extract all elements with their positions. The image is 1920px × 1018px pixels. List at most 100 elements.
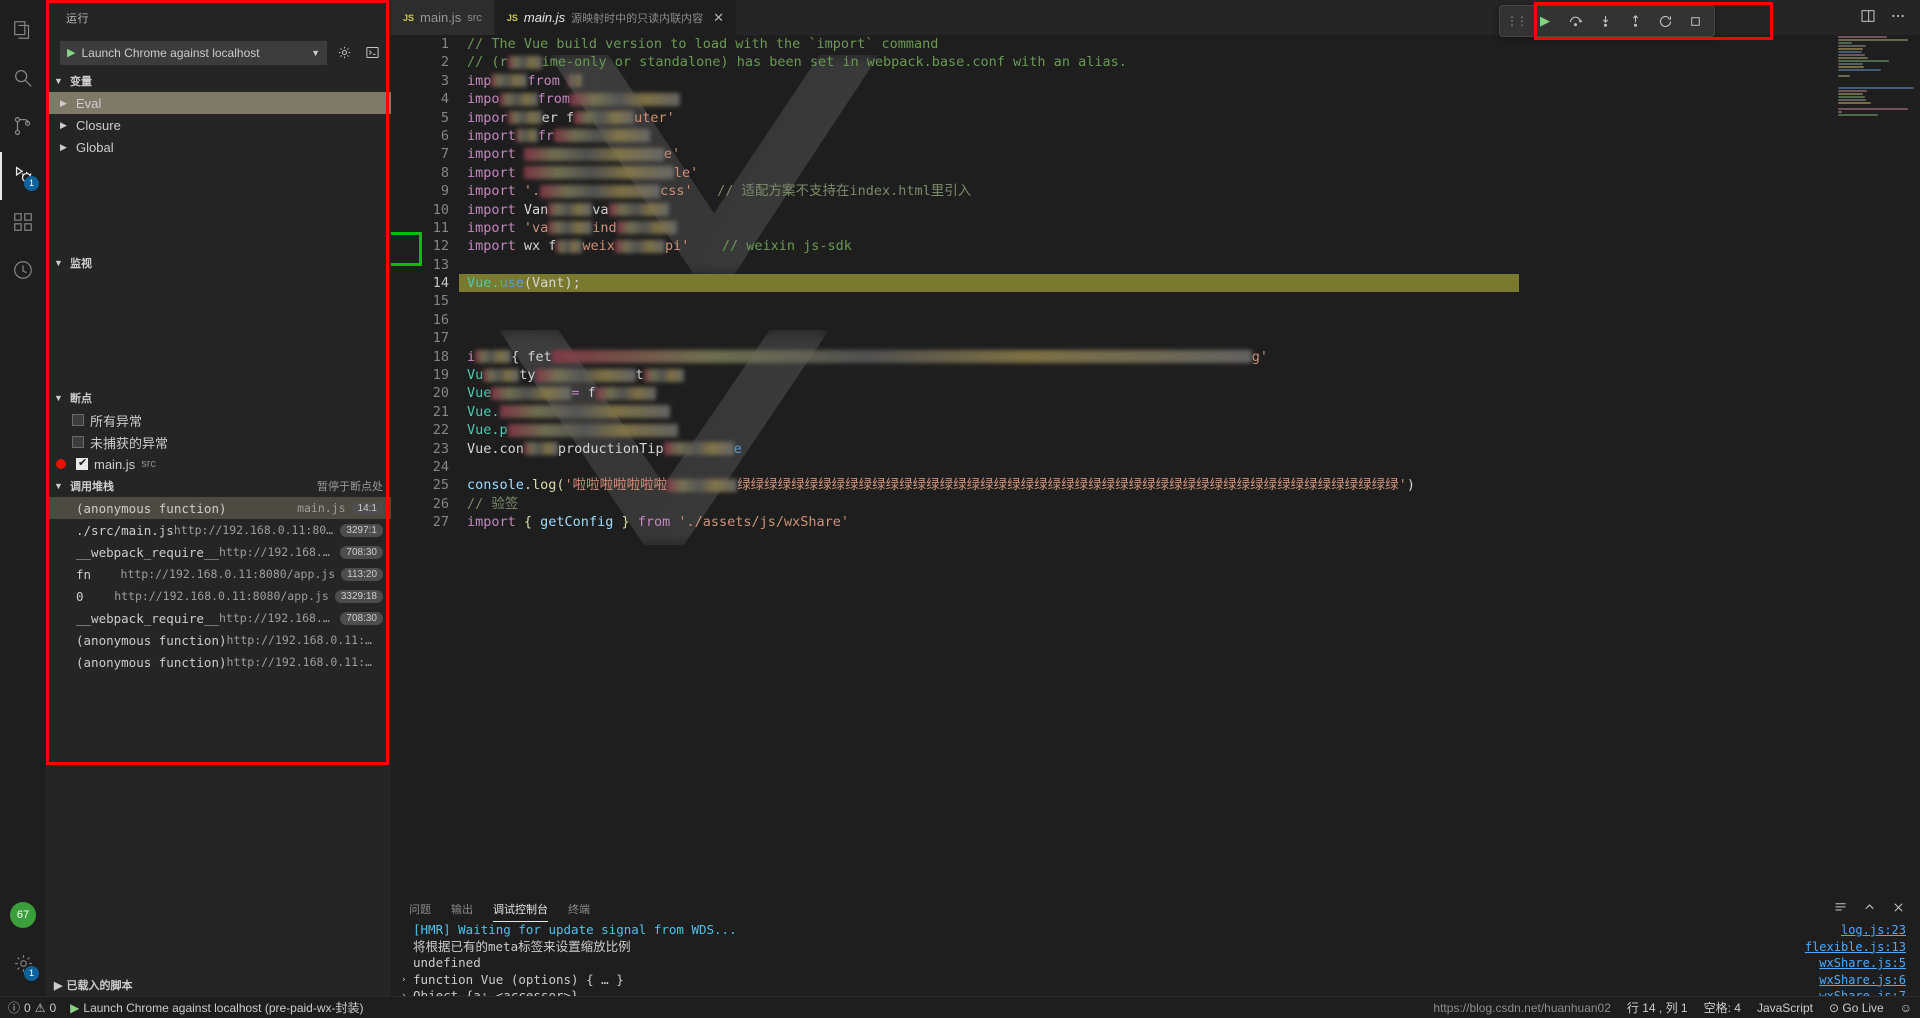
restart-button[interactable] (1652, 9, 1678, 33)
panel-tab-problems[interactable]: 问题 (399, 896, 441, 922)
checkbox[interactable] (72, 436, 84, 448)
code-line[interactable]: import 'va ind (459, 219, 1834, 237)
console-line[interactable]: undefined wxShare.js:5 (401, 955, 1920, 972)
close-panel-icon[interactable] (1891, 900, 1906, 918)
code-line[interactable]: import le' (459, 164, 1834, 182)
console-line[interactable]: › Object {a: <accessor>} wxShare.js:7 (401, 988, 1920, 996)
split-editor-icon[interactable] (1860, 8, 1876, 27)
activity-item-source-control[interactable] (0, 104, 46, 152)
code-line[interactable]: import e' (459, 145, 1834, 163)
code-line[interactable]: Vu ty t (459, 366, 1834, 384)
callstack-row[interactable]: __webpack_require__ http://192.168.0.11:… (46, 541, 391, 563)
callstack-row[interactable]: 0 http://192.168.0.11:8080/app.js 3329:1… (46, 585, 391, 607)
console-source-link[interactable]: log.js:23 (1841, 922, 1906, 939)
chevron-right-icon[interactable]: › (401, 972, 413, 989)
minimap[interactable] (1834, 35, 1920, 896)
status-problems[interactable]: ⓘ 0 ⚠ 0 (8, 999, 56, 1016)
step-into-button[interactable] (1592, 9, 1618, 33)
clear-console-icon[interactable] (1833, 900, 1848, 918)
code-line[interactable]: import wx f weix pi' // weixin js-sdk (459, 237, 1834, 255)
close-icon[interactable]: ✕ (713, 10, 724, 26)
code-line[interactable]: // 验签 (459, 495, 1834, 513)
activity-item-explorer[interactable] (0, 8, 46, 56)
checkbox[interactable] (72, 414, 84, 426)
status-language-mode[interactable]: JavaScript (1757, 1001, 1813, 1015)
code-line[interactable]: Vue = f (459, 384, 1834, 402)
console-line[interactable]: [HMR] Waiting for update signal from WDS… (401, 922, 1920, 939)
breakpoint-uncaught-exceptions[interactable]: 未捕获的异常 (46, 431, 391, 453)
pane-header-watch[interactable]: ▼ 监视 (46, 252, 391, 274)
variable-scope-closure[interactable]: ▶ Closure (46, 114, 391, 136)
debug-console-output[interactable]: [HMR] Waiting for update signal from WDS… (391, 922, 1920, 996)
variable-scope-eval[interactable]: ▶ Eval (46, 92, 391, 114)
console-line[interactable]: 将根据已有的meta标签来设置缩放比例 flexible.js:13 (401, 939, 1920, 956)
debug-settings-gear-icon[interactable] (333, 42, 355, 64)
activity-item-settings[interactable]: 1 (0, 942, 46, 990)
panel-tab-debug-console[interactable]: 调试控制台 (483, 896, 558, 922)
chevron-right-icon[interactable]: › (401, 988, 413, 996)
code-line[interactable]: Vue.p (459, 421, 1834, 439)
code-line[interactable] (459, 458, 1834, 476)
floating-debug-toolbar[interactable]: ⋮⋮ ▶ (1499, 5, 1715, 37)
code-content[interactable]: // The Vue build version to load with th… (459, 35, 1834, 896)
checkbox[interactable] (76, 456, 88, 470)
code-line[interactable]: // The Vue build version to load with th… (459, 35, 1834, 53)
callstack-row[interactable]: (anonymous function) http://192.168.0.11… (46, 651, 391, 673)
code-line[interactable]: import fr (459, 127, 1834, 145)
callstack-row[interactable]: __webpack_require__ http://192.168.0.11:… (46, 607, 391, 629)
code-line[interactable]: Vue. (459, 403, 1834, 421)
code-line[interactable]: imp from (459, 72, 1834, 90)
variable-scope-global[interactable]: ▶ Global (46, 136, 391, 158)
panel-tab-terminal[interactable]: 终端 (558, 896, 600, 922)
avatar[interactable]: 67 (10, 902, 36, 928)
code-line[interactable]: impo from (459, 90, 1834, 108)
pane-header-loaded-scripts[interactable]: ▶ 已载入的脚本 (46, 974, 391, 996)
code-line[interactable] (459, 292, 1834, 310)
console-source-link[interactable]: wxShare.js:5 (1819, 955, 1906, 972)
callstack-row[interactable]: (anonymous function) main.js 14:1 (46, 497, 391, 519)
editor-tab-mainjs[interactable]: JS main.js src (391, 0, 495, 35)
panel-tab-output[interactable]: 输出 (441, 896, 483, 922)
breakpoint-all-exceptions[interactable]: 所有异常 (46, 409, 391, 431)
callstack-row[interactable]: (anonymous function) http://192.168.0.11… (46, 629, 391, 651)
console-source-link[interactable]: wxShare.js:6 (1819, 972, 1906, 989)
pane-header-variables[interactable]: ▼ 变量 (46, 70, 391, 92)
console-source-link[interactable]: wxShare.js:7 (1819, 988, 1906, 996)
activity-item-run-debug[interactable]: 1 (0, 152, 46, 200)
code-line[interactable]: import { getConfig } from './assets/js/w… (459, 513, 1834, 531)
code-line[interactable] (459, 311, 1834, 329)
status-live-share[interactable]: ⊙ Go Live (1829, 1001, 1884, 1015)
code-line[interactable]: i { fet g' (459, 348, 1834, 366)
code-line[interactable] (459, 329, 1834, 347)
activity-item-extensions[interactable] (0, 200, 46, 248)
console-line[interactable]: › function Vue (options) { … } wxShare.js:… (401, 972, 1920, 989)
activity-item-search[interactable] (0, 56, 46, 104)
code-line[interactable]: import '. css' // 适配方案不支持在index.html里引入 (459, 182, 1834, 200)
launch-configuration-select[interactable]: ▶ Launch Chrome against localhost ▼ (60, 40, 327, 65)
editor-tab-mainjs-readonly[interactable]: JS main.js 源映射时中的只读内联内容 ✕ (494, 0, 737, 35)
step-out-button[interactable] (1622, 9, 1648, 33)
more-actions-icon[interactable] (1890, 8, 1906, 27)
callstack-row[interactable]: ./src/main.js http://192.168.0.11:8080/a… (46, 519, 391, 541)
status-cursor-position[interactable]: 行 14 , 列 1 (1627, 999, 1688, 1016)
code-line[interactable]: Vue.use(Vant); (459, 274, 1519, 293)
maximize-panel-icon[interactable] (1862, 900, 1877, 918)
status-debug-session[interactable]: ▶ Launch Chrome against localhost (pre-p… (70, 999, 363, 1016)
continue-button[interactable]: ▶ (1532, 9, 1558, 33)
code-line[interactable]: // (r ime-only or standalone) has been se… (459, 53, 1834, 71)
stop-button[interactable] (1682, 9, 1708, 33)
status-feedback[interactable]: ☺ (1900, 1001, 1912, 1015)
open-debug-console-icon[interactable] (361, 42, 383, 64)
pane-header-breakpoints[interactable]: ▼ 断点 (46, 387, 391, 409)
breakpoint-mainjs[interactable]: main.js src (46, 453, 391, 475)
code-line[interactable]: impor er f uter' (459, 109, 1834, 127)
pane-header-callstack[interactable]: ▼ 调用堆栈 暂停于断点处 (46, 475, 391, 497)
code-line[interactable]: import Van va (459, 201, 1834, 219)
code-editor[interactable]: 1 2 3 4 5 6 7 8 9 10 11 12 13 14 15 16 17 18 19 20 21 22 23 24 2… (391, 35, 1834, 896)
console-source-link[interactable]: flexible.js:13 (1805, 939, 1906, 956)
activity-item-test[interactable] (0, 248, 46, 296)
step-over-button[interactable] (1562, 9, 1588, 33)
glyph-margin[interactable] (391, 35, 421, 896)
code-line[interactable]: console.log('啦啦啦啦啦啦啦 绿绿绿绿绿绿绿绿绿绿绿绿绿绿绿绿绿绿绿绿… (459, 476, 1834, 494)
drag-handle-icon[interactable]: ⋮⋮ (1506, 14, 1528, 28)
